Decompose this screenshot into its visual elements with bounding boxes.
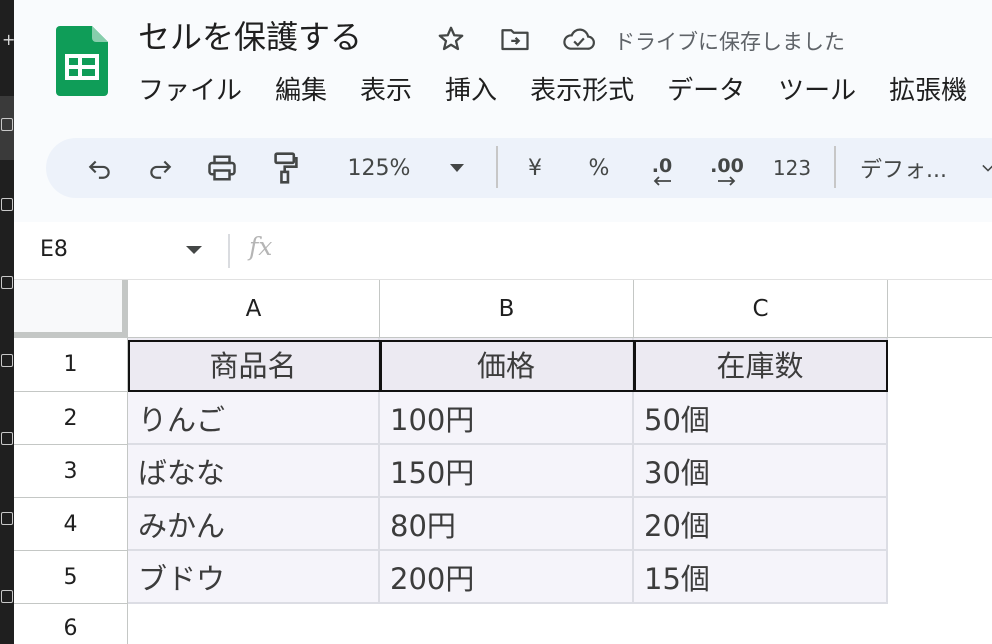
formula-bar: E8 fx bbox=[14, 222, 992, 280]
star-icon[interactable] bbox=[434, 22, 468, 56]
menu-insert[interactable]: 挿入 bbox=[445, 68, 497, 114]
redo-icon[interactable] bbox=[142, 138, 178, 198]
comment-icon[interactable] bbox=[1, 276, 13, 289]
header-cell-divider bbox=[379, 340, 382, 392]
sheets-logo-icon[interactable] bbox=[56, 26, 108, 96]
row-header-4[interactable]: 4 bbox=[14, 498, 128, 551]
cell-b3[interactable]: 150円 bbox=[380, 445, 634, 498]
arrow-right-icon bbox=[718, 176, 736, 186]
comment-icon[interactable] bbox=[1, 198, 13, 211]
column-header-b[interactable]: B bbox=[380, 280, 634, 338]
cell-a2[interactable]: りんご bbox=[128, 392, 380, 445]
row-header-6[interactable]: 6 bbox=[14, 604, 128, 644]
zoom-select[interactable]: 125% bbox=[336, 138, 422, 198]
print-icon[interactable] bbox=[204, 138, 240, 198]
app-header: セルを保護する ドライブに保存しました ファイル 編集 表示 挿入 表示形式 デ… bbox=[14, 0, 992, 222]
row-header-2[interactable]: 2 bbox=[14, 392, 128, 445]
paint-format-icon[interactable] bbox=[268, 138, 304, 198]
comment-icon[interactable] bbox=[1, 354, 13, 367]
cell-a5[interactable]: ブドウ bbox=[128, 551, 380, 604]
more-formats-button[interactable]: 123 bbox=[770, 138, 814, 198]
menu-data[interactable]: データ bbox=[667, 68, 745, 114]
decrease-decimal-button[interactable]: .0 bbox=[642, 138, 682, 198]
increase-decimal-label: .00 bbox=[710, 155, 744, 177]
cell-c1[interactable]: 在庫数 bbox=[634, 338, 888, 392]
menu-tools[interactable]: ツール bbox=[778, 68, 856, 114]
cell-b1[interactable]: 価格 bbox=[380, 338, 634, 392]
cell-a1[interactable]: 商品名 bbox=[128, 338, 380, 392]
cell-b4[interactable]: 80円 bbox=[380, 498, 634, 551]
decrease-decimal-label: .0 bbox=[651, 155, 673, 177]
spreadsheet-grid: A B C 1 2 3 4 5 6 商品名 価格 在庫数 りんご 100円 50… bbox=[14, 280, 992, 644]
menu-edit[interactable]: 編集 bbox=[275, 68, 327, 114]
row-header-1[interactable]: 1 bbox=[14, 338, 128, 392]
cloud-saved-icon[interactable] bbox=[562, 22, 596, 56]
menu-extensions[interactable]: 拡張機 bbox=[889, 68, 967, 114]
left-sidebar-strip: + bbox=[0, 0, 15, 644]
select-all-corner[interactable] bbox=[14, 280, 128, 338]
name-box[interactable]: E8 bbox=[40, 234, 68, 266]
comment-icon[interactable] bbox=[1, 432, 13, 445]
comment-icon[interactable] bbox=[1, 512, 13, 525]
save-status-text[interactable]: ドライブに保存しました bbox=[614, 26, 845, 56]
font-select[interactable]: デフォ... bbox=[860, 138, 972, 198]
currency-format-button[interactable]: ¥ bbox=[520, 138, 550, 198]
formula-bar-divider bbox=[228, 234, 230, 268]
cell-a4[interactable]: みかん bbox=[128, 498, 380, 551]
cell-b5[interactable]: 200円 bbox=[380, 551, 634, 604]
cell-b2[interactable]: 100円 bbox=[380, 392, 634, 445]
column-header-d[interactable] bbox=[888, 280, 992, 338]
toolbar-divider bbox=[834, 146, 836, 188]
cell-c3[interactable]: 30個 bbox=[634, 445, 888, 498]
toolbar-divider bbox=[496, 146, 498, 188]
comment-icon[interactable] bbox=[1, 118, 13, 131]
fx-icon: fx bbox=[249, 232, 273, 261]
cell-c2[interactable]: 50個 bbox=[634, 392, 888, 445]
percent-format-button[interactable]: % bbox=[584, 138, 614, 198]
increase-decimal-button[interactable]: .00 bbox=[704, 138, 750, 198]
cell-c5[interactable]: 15個 bbox=[634, 551, 888, 604]
cell-c4[interactable]: 20個 bbox=[634, 498, 888, 551]
comment-icon[interactable] bbox=[1, 590, 13, 603]
document-title[interactable]: セルを保護する bbox=[138, 14, 362, 60]
menu-bar: ファイル 編集 表示 挿入 表示形式 データ ツール 拡張機 bbox=[138, 68, 992, 114]
undo-icon[interactable] bbox=[82, 138, 118, 198]
move-folder-icon[interactable] bbox=[498, 22, 532, 56]
column-header-c[interactable]: C bbox=[634, 280, 888, 338]
menu-view[interactable]: 表示 bbox=[360, 68, 412, 114]
row-header-5[interactable]: 5 bbox=[14, 551, 128, 604]
chevron-down-icon[interactable] bbox=[982, 138, 992, 198]
row-header-3[interactable]: 3 bbox=[14, 445, 128, 498]
toolbar: 125% ¥ % .0 .00 123 デフォ... bbox=[46, 138, 992, 198]
arrow-left-icon bbox=[653, 176, 671, 186]
column-header-a[interactable]: A bbox=[128, 280, 380, 338]
menu-file[interactable]: ファイル bbox=[138, 68, 242, 114]
header-cell-divider bbox=[633, 340, 636, 392]
menu-format[interactable]: 表示形式 bbox=[530, 68, 634, 114]
chevron-down-icon[interactable] bbox=[186, 246, 202, 254]
chevron-down-icon[interactable] bbox=[446, 138, 468, 198]
cell-a3[interactable]: ばなな bbox=[128, 445, 380, 498]
sheets-app: セルを保護する ドライブに保存しました ファイル 編集 表示 挿入 表示形式 デ… bbox=[14, 0, 992, 644]
